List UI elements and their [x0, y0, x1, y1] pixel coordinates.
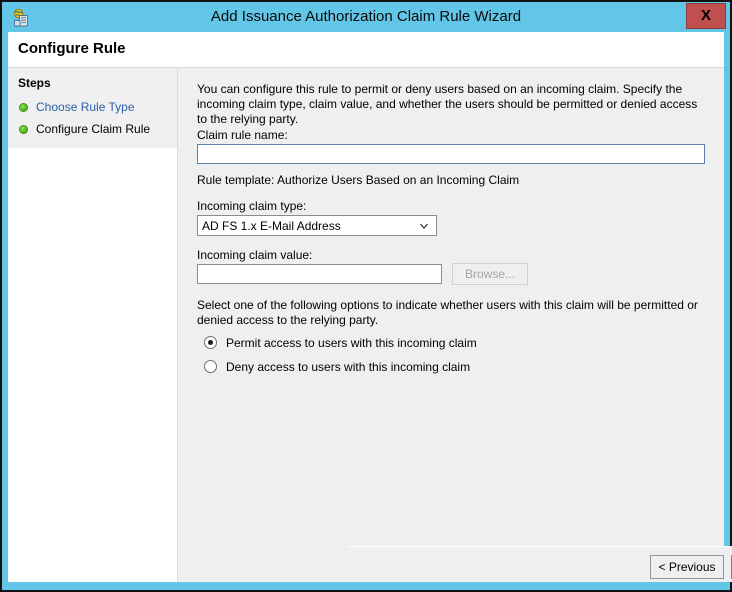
chevron-down-icon	[419, 220, 429, 230]
incoming-claim-type-label: Incoming claim type:	[197, 199, 307, 213]
radio-permit-access[interactable]: Permit access to users with this incomin…	[204, 336, 477, 351]
sidebar-item-label: Configure Claim Rule	[36, 122, 151, 136]
window-left-edge	[0, 0, 2, 592]
steps-title: Steps	[18, 76, 51, 90]
body-area: Steps Choose Rule Type Configure Claim R…	[8, 68, 732, 582]
header-band: Configure Rule	[8, 32, 724, 68]
incoming-claim-type-select[interactable]: AD FS 1.x E-Mail Address	[197, 215, 437, 236]
dialog-button-strip: < Previous Finish Cancel	[348, 546, 732, 582]
intro-text: You can configure this rule to permit or…	[197, 82, 698, 126]
window-title: Add Issuance Authorization Claim Rule Wi…	[210, 8, 522, 25]
sidebar-item-configure-claim-rule[interactable]: Configure Claim Rule	[8, 118, 177, 140]
previous-button[interactable]: < Previous	[650, 555, 724, 579]
incoming-claim-type-value: AD FS 1.x E-Mail Address	[202, 219, 341, 233]
radio-permit-label: Permit access to users with this incomin…	[226, 336, 477, 350]
steps-sidebar: Steps Choose Rule Type Configure Claim R…	[8, 68, 178, 582]
sidebar-item-label: Choose Rule Type	[36, 100, 135, 114]
wizard-window: Add Issuance Authorization Claim Rule Wi…	[0, 0, 732, 592]
close-icon[interactable]: X	[686, 3, 726, 29]
radio-deny-access[interactable]: Deny access to users with this incoming …	[204, 360, 470, 375]
browse-button: Browse...	[452, 263, 528, 285]
radio-deny-label: Deny access to users with this incoming …	[226, 360, 471, 374]
radio-unselected-icon	[204, 360, 217, 373]
main-panel: You can configure this rule to permit or…	[178, 68, 732, 582]
claim-rule-name-label: Claim rule name:	[197, 128, 288, 142]
incoming-claim-value-label: Incoming claim value:	[197, 248, 313, 262]
title-bar[interactable]: Add Issuance Authorization Claim Rule Wi…	[2, 2, 730, 32]
claim-rule-name-input[interactable]	[197, 144, 705, 164]
rule-template-text: Rule template: Authorize Users Based on …	[197, 173, 520, 187]
incoming-claim-value-input[interactable]	[197, 264, 442, 284]
sidebar-item-choose-rule-type[interactable]: Choose Rule Type	[8, 96, 177, 118]
main-content: You can configure this rule to permit or…	[178, 68, 724, 546]
green-bullet-icon	[19, 103, 28, 112]
page-title: Configure Rule	[18, 40, 126, 57]
radio-selected-icon	[204, 336, 217, 349]
green-bullet-icon	[19, 125, 28, 134]
steps-box: Steps Choose Rule Type Configure Claim R…	[8, 68, 177, 148]
access-option-instructions: Select one of the following options to i…	[197, 298, 698, 327]
